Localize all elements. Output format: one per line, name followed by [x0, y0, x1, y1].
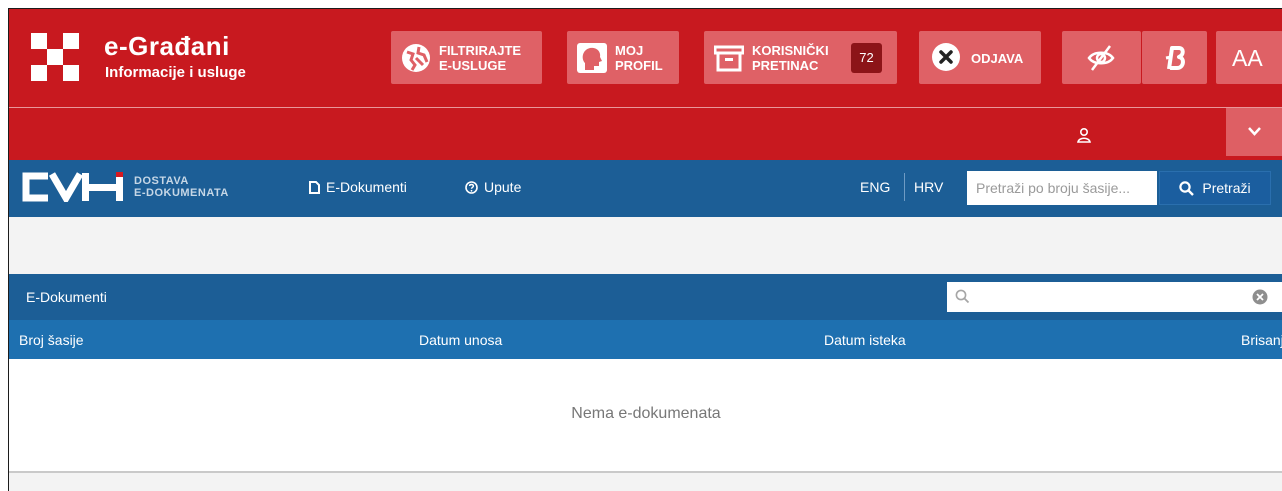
- font-size-label: AA: [1232, 45, 1263, 71]
- nav-edokumenti-label: E-Dokumenti: [326, 179, 407, 195]
- nav-upute-label: Upute: [484, 179, 522, 195]
- table-filter-input[interactable]: [977, 282, 1247, 312]
- search-icon: [1179, 180, 1195, 196]
- lang-separator: [904, 173, 905, 201]
- chevron-down-icon: [1248, 127, 1261, 136]
- close-circle-icon: [932, 43, 960, 71]
- eye-off-icon: [1087, 45, 1115, 71]
- archive-box-icon: [714, 45, 744, 72]
- top-header: e-Građani Informacije i usluge FILTRIRAJ…: [9, 9, 1282, 107]
- brand-title[interactable]: e-Građani: [104, 31, 230, 62]
- search-icon: [955, 289, 970, 304]
- cvh-subtitle-line1: DOSTAVA: [134, 175, 189, 187]
- column-header-delete[interactable]: Brisanje: [1241, 332, 1282, 348]
- table-body: Nema e-dokumenata: [9, 359, 1282, 471]
- column-header-chassis[interactable]: Broj šasije: [19, 332, 84, 348]
- help-circle-icon: [465, 180, 478, 194]
- lang-eng-link[interactable]: ENG: [860, 179, 890, 195]
- empty-table-message: Nema e-dokumenata: [571, 405, 721, 422]
- logout-label: ODJAVA: [971, 51, 1024, 66]
- clear-circle-icon[interactable]: [1252, 289, 1268, 305]
- nav-upute-link[interactable]: Upute: [465, 179, 521, 195]
- user-icon[interactable]: [1075, 126, 1093, 144]
- my-profile-button[interactable]: MOJ PROFIL: [567, 31, 679, 84]
- user-bar: [9, 108, 1282, 160]
- column-header-entry-date[interactable]: Datum unosa: [419, 332, 502, 348]
- table-bottom-border: [9, 471, 1282, 473]
- my-profile-line2: PROFIL: [615, 58, 663, 73]
- user-mailbox-line1: KORISNIČKI: [752, 43, 829, 58]
- filter-services-line1: FILTRIRAJTE: [439, 43, 522, 58]
- chassis-search-input[interactable]: [967, 171, 1157, 205]
- table-filter-box: [947, 282, 1282, 312]
- user-mailbox-line2: PRETINAC: [752, 58, 819, 73]
- dyslexia-font-button[interactable]: [1142, 31, 1207, 84]
- brand-subtitle: Informacije i usluge: [105, 64, 246, 81]
- mailbox-count-badge: 72: [851, 43, 882, 73]
- document-icon: [309, 180, 320, 194]
- lang-hrv-link[interactable]: HRV: [914, 179, 943, 195]
- cvh-logo-icon[interactable]: [22, 172, 126, 202]
- dyslexic-font-icon: [1165, 46, 1185, 70]
- user-mailbox-button[interactable]: KORISNIČKI PRETINAC 72: [704, 31, 897, 84]
- user-menu-toggle[interactable]: [1226, 108, 1282, 156]
- egradjani-logo-icon[interactable]: [31, 33, 79, 81]
- my-profile-line1: MOJ: [615, 43, 644, 58]
- chassis-search-button[interactable]: Pretraži: [1159, 171, 1271, 205]
- chassis-search-button-label: Pretraži: [1202, 180, 1251, 196]
- table-header-row: Broj šasije Datum unosa Datum isteka Bri…: [9, 320, 1282, 359]
- profile-head-icon: [577, 43, 607, 73]
- filter-services-button[interactable]: FILTRIRAJTE E-USLUGE: [391, 31, 542, 84]
- cvh-subtitle-line2: E-DOKUMENATA: [134, 187, 229, 199]
- nav-edokumenti-link[interactable]: E-Dokumenti: [309, 179, 407, 195]
- cvh-navbar: DOSTAVA E-DOKUMENATA E-Dokumenti Upute E…: [9, 160, 1282, 217]
- app-frame: e-Građani Informacije i usluge FILTRIRAJ…: [8, 8, 1282, 491]
- filter-globe-icon: [402, 44, 430, 72]
- panel-title: E-Dokumenti: [26, 289, 107, 305]
- high-contrast-button[interactable]: [1062, 31, 1141, 84]
- logout-button[interactable]: ODJAVA: [919, 31, 1041, 84]
- edokumenti-panel-header: E-Dokumenti: [9, 274, 1282, 320]
- column-header-expiry-date[interactable]: Datum isteka: [824, 332, 906, 348]
- filter-services-line2: E-USLUGE: [439, 58, 507, 73]
- font-size-button[interactable]: AA: [1216, 31, 1282, 84]
